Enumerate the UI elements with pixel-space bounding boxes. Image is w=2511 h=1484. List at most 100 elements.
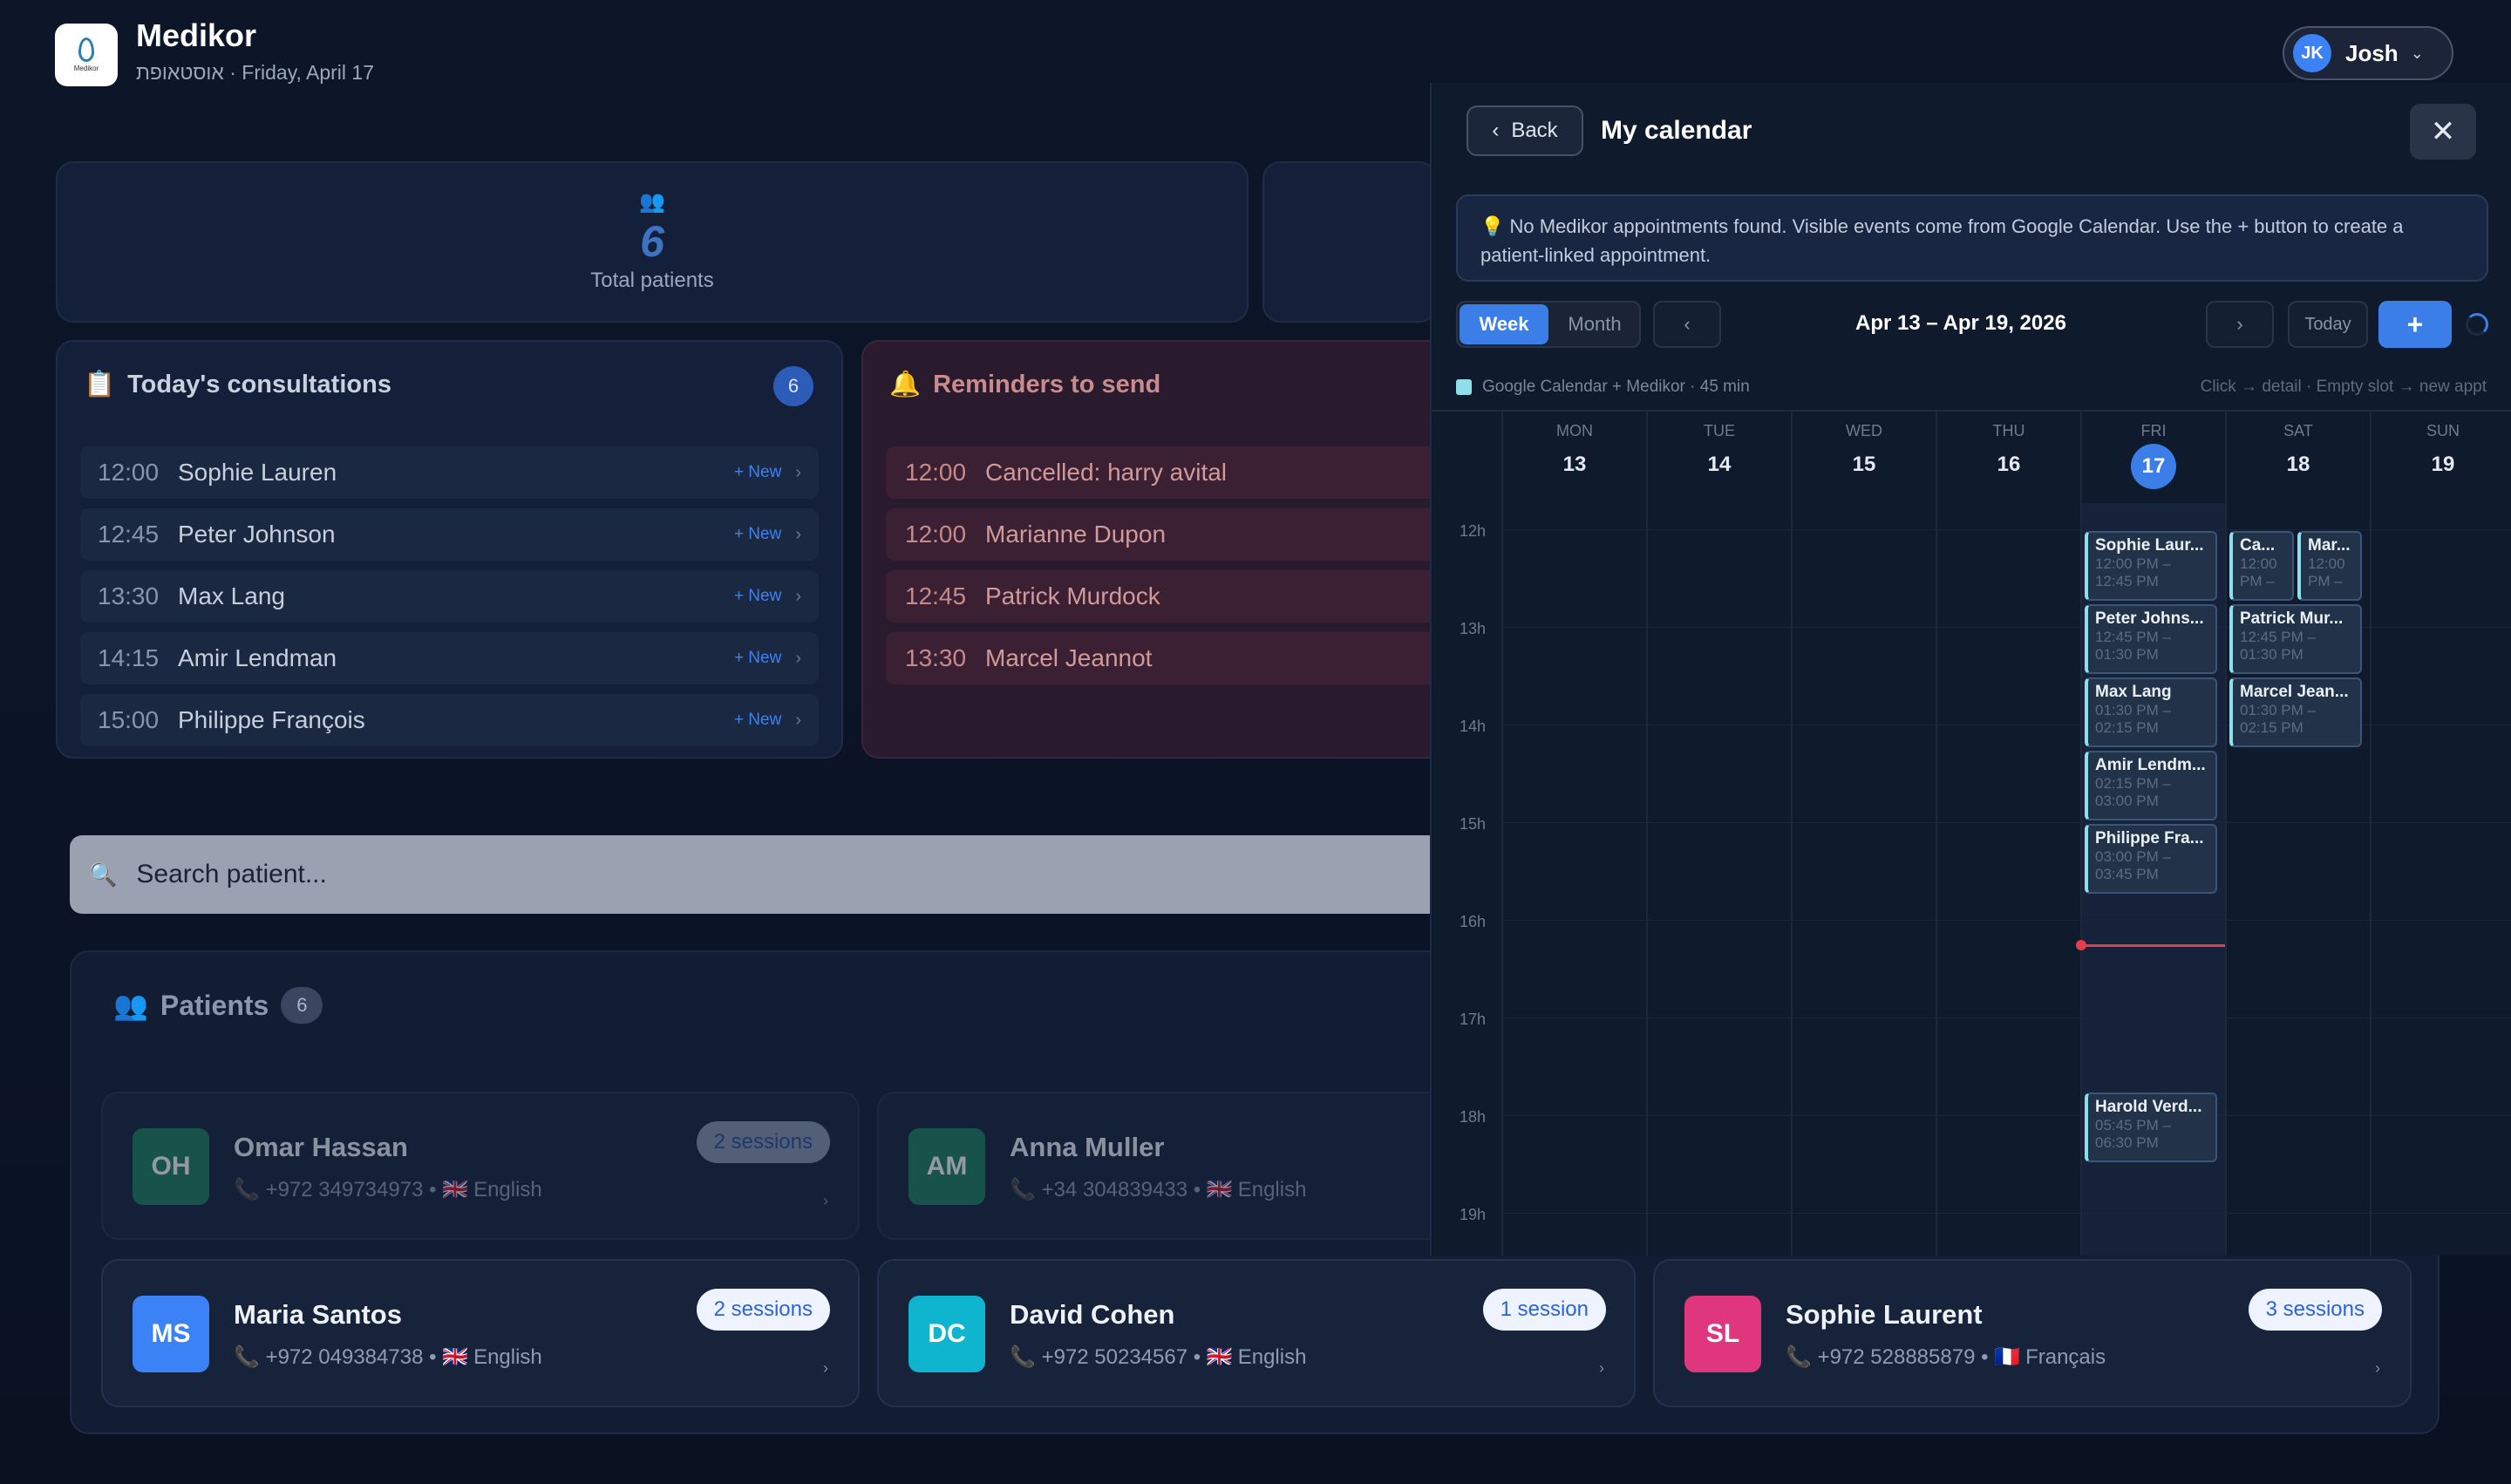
separator: • [1187,1178,1207,1201]
app-logo[interactable]: Medikor [55,24,118,86]
flag-icon: 🇫🇷 [1994,1345,2021,1369]
close-icon: ✕ [2430,115,2456,148]
consultation-row[interactable]: 13:30 Max Lang + New › [80,570,819,623]
day-header[interactable]: THU 16 [1936,412,2080,503]
calendar-event[interactable]: Harold Verd... 05:45 PM – 06:30 PM [2085,1093,2217,1162]
day-header[interactable]: SUN 19 [2370,412,2511,503]
day-header[interactable]: SAT 18 [2225,412,2370,503]
consultation-time: 12:45 [98,521,160,548]
hour-gridline [1501,920,2511,921]
today-button[interactable]: Today [2288,301,2368,348]
day-name: MON [1556,422,1593,439]
hour-label: 17h [1460,1011,1487,1028]
day-column[interactable] [1646,503,1791,1256]
event-title: Ca... [2240,536,2276,555]
patient-phone: +972 528885879 [1817,1345,1976,1369]
reminder-name: Cancelled: harry avital [985,459,1228,486]
add-appointment-button[interactable]: + [2378,301,2452,348]
current-time-dot [2076,940,2086,950]
phone-icon: 📞 [1010,1345,1042,1369]
calendar-title: My calendar [1601,116,1752,145]
new-appointment-link[interactable]: + New [734,711,781,730]
patient-phone: +34 304839433 [1041,1178,1188,1201]
event-time: 12:00 PM – [2308,555,2345,589]
day-column[interactable] [1791,503,1936,1256]
patient-name: Omar Hassan [234,1132,408,1162]
sessions-badge: 1 session [1482,1289,1606,1331]
day-column[interactable] [2370,503,2511,1256]
calendar-event[interactable]: Marcel Jean... 01:30 PM – 02:15 PM [2229,677,2362,747]
day-name: WED [1846,422,1882,439]
search-input[interactable]: 🔍 Search patient... [70,835,1517,914]
new-appointment-link[interactable]: + New [734,649,781,668]
consultation-name: Sophie Lauren [178,459,337,486]
day-header[interactable]: MON 13 [1501,412,1646,503]
calendar-event[interactable]: Peter Johns... 12:45 PM – 01:30 PM [2085,604,2217,674]
chevron-right-icon: › [823,1192,828,1209]
day-header[interactable]: TUE 14 [1646,412,1791,503]
event-title: Mar... [2308,536,2351,555]
patient-avatar: SL [1684,1296,1761,1372]
clipboard-icon: 📋 [84,371,116,398]
reminder-time: 12:00 [905,521,967,548]
event-title: Peter Johns... [2095,609,2204,628]
users-icon: 👥 [113,990,148,1021]
hour-gridline [1501,1213,2511,1214]
new-appointment-link[interactable]: + New [734,525,781,544]
calendar-event[interactable]: Philippe Fra... 03:00 PM – 03:45 PM [2085,824,2217,894]
day-column[interactable] [1936,503,2080,1256]
consultation-row[interactable]: 12:45 Peter Johnson + New › [80,508,819,561]
separator: • [1187,1345,1207,1369]
reminder-row[interactable]: 12:45 Patrick Murdock [886,570,1447,623]
patient-card[interactable]: OH Omar Hassan 📞 +972 349734973 • 🇬🇧 Englis… [101,1092,860,1240]
chevron-right-icon: › [795,524,801,544]
calendar-event[interactable]: Amir Lendm... 02:15 PM – 03:00 PM [2085,751,2217,820]
reminder-row[interactable]: 12:00 Marianne Dupon [886,508,1447,561]
day-header[interactable]: FRI 17 [2080,412,2225,503]
reminders-list: 12:00 Cancelled: harry avital 12:00 Mariann… [886,446,1447,694]
next-week-button[interactable]: › [2206,301,2274,348]
app-subtitle: אוסטאופת · Friday, April 17 [136,61,374,84]
calendar-event[interactable]: Sophie Laur... 12:00 PM – 12:45 PM [2085,531,2217,601]
patient-card[interactable]: MS Maria Santos 📞 +972 049384738 • 🇬🇧 Engli… [101,1259,860,1407]
consultation-name: Peter Johnson [178,521,336,548]
day-column[interactable] [1501,503,1646,1256]
reminder-row[interactable]: 12:00 Cancelled: harry avital [886,446,1447,499]
patients-header: 👥 Patients 6 [113,987,323,1024]
new-appointment-link[interactable]: + New [734,463,781,482]
stat-card [1262,161,1437,323]
calendar-event[interactable]: Ca... 12:00 PM – [2229,531,2294,601]
separator: • [423,1178,443,1201]
consultation-row[interactable]: 15:00 Philippe François + New › [80,694,819,746]
consultations-count-badge: 6 [773,366,813,406]
event-time: 01:30 PM – 02:15 PM [2095,702,2171,736]
calendar-event[interactable]: Max Lang 01:30 PM – 02:15 PM [2085,677,2217,747]
chevron-right-icon: › [1599,1359,1604,1377]
patient-card[interactable]: SL Sophie Laurent 📞 +972 528885879 • 🇫🇷 Fra… [1653,1259,2412,1407]
patient-name: Maria Santos [234,1299,402,1330]
flag-icon: 🇬🇧 [1206,1178,1233,1201]
phone-icon: 📞 [1786,1345,1818,1369]
reminder-row[interactable]: 13:30 Marcel Jeannot [886,632,1447,684]
event-title: Sophie Laur... [2095,536,2204,555]
day-number: 19 [2431,453,2455,476]
loading-spinner-icon [2466,313,2488,336]
calendar-event[interactable]: Patrick Mur... 12:45 PM – 01:30 PM [2229,604,2362,674]
hour-label: 18h [1460,1108,1487,1126]
consultation-row[interactable]: 12:00 Sophie Lauren + New › [80,446,819,499]
back-button[interactable]: ‹ Back [1466,106,1583,156]
chevron-right-icon: › [823,1359,828,1377]
patient-language: English [1237,1345,1307,1369]
consultation-row[interactable]: 14:15 Amir Lendman + New › [80,632,819,684]
patient-card[interactable]: DC David Cohen 📞 +972 50234567 • 🇬🇧 English… [877,1259,1636,1407]
close-button[interactable]: ✕ [2410,104,2476,160]
reminder-name: Patrick Murdock [985,582,1160,609]
consultations-header: 📋 Today's consultations [84,370,391,399]
new-appointment-link[interactable]: + New [734,587,781,606]
calendar-event[interactable]: Mar... 12:00 PM – [2297,531,2362,601]
day-header[interactable]: WED 15 [1791,412,1936,503]
phone-icon: 📞 [234,1178,266,1201]
day-name: SUN [2426,422,2460,439]
user-menu-button[interactable]: JK Josh ⌄ [2283,26,2453,80]
patient-phone: +972 049384738 [265,1345,424,1369]
